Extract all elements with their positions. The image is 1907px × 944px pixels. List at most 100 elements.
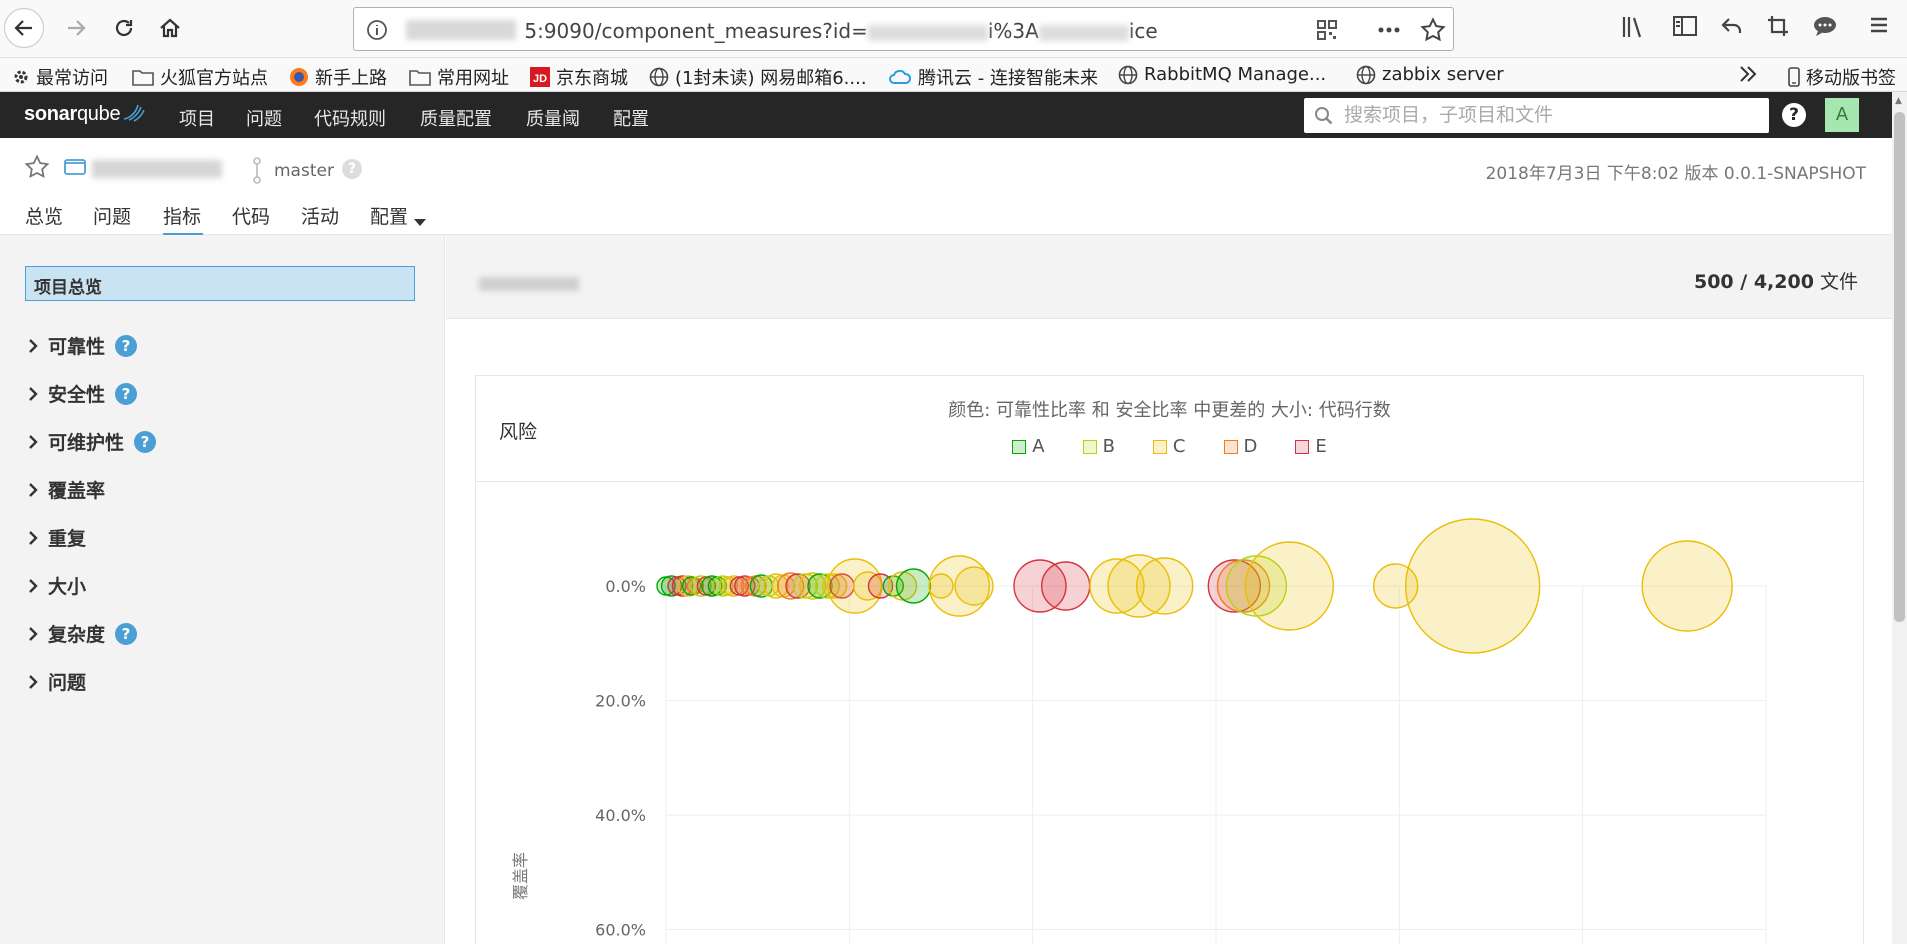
tab-overview[interactable]: 总览 xyxy=(25,202,63,229)
sidebar-item-4[interactable]: 重复 xyxy=(28,524,86,551)
sidebar-item-label: 大小 xyxy=(48,576,87,598)
branch-icon xyxy=(250,156,264,188)
back-button[interactable] xyxy=(4,8,44,48)
help-button[interactable]: ? xyxy=(1782,103,1806,127)
bookmark-item[interactable]: 火狐官方站点 xyxy=(132,64,268,90)
sidebar-item-6[interactable]: 复杂度? xyxy=(28,620,138,647)
bubble-C[interactable] xyxy=(1641,540,1733,632)
help-icon[interactable]: ? xyxy=(115,382,138,405)
sonarqube-navbar: sonarqube 项目 问题 代码规则 质量配置 质量阈 配置 ? A xyxy=(0,92,1892,138)
qr-code-icon[interactable] xyxy=(1316,19,1338,45)
folder-icon xyxy=(132,70,154,86)
library-icon[interactable] xyxy=(1620,14,1648,44)
chevron-right-icon xyxy=(29,530,38,545)
sidebar-item-2[interactable]: 可维护性? xyxy=(28,428,157,455)
chat-icon[interactable] xyxy=(1812,14,1838,42)
reload-button[interactable] xyxy=(104,8,144,48)
logo-waves-icon xyxy=(124,104,146,122)
tab-activity[interactable]: 活动 xyxy=(301,202,339,229)
bookmark-item[interactable]: (1封未读) 网易邮箱6.... xyxy=(649,64,867,90)
sidebar-item-label: 重复 xyxy=(48,528,87,550)
nav-administration[interactable]: 配置 xyxy=(613,105,649,131)
nav-issues[interactable]: 问题 xyxy=(246,105,282,131)
bookmark-item[interactable]: 腾讯云 - 连接智能未来 xyxy=(888,64,1098,90)
url-text: xxxxxxxxxx5:9090/component_measures?id=i… xyxy=(524,19,1158,43)
bookmark-item[interactable]: 常用网址 xyxy=(409,64,509,90)
bookmark-item[interactable]: zabbix server xyxy=(1356,64,1504,85)
caret-down-icon[interactable] xyxy=(414,212,426,231)
scroll-up-arrow-icon[interactable]: ▲ xyxy=(1895,96,1902,106)
bookmark-item[interactable]: RabbitMQ Manage... xyxy=(1118,64,1326,85)
url-bar[interactable]: xxxxxxxxxx5:9090/component_measures?id=i… xyxy=(353,7,1454,51)
sidebar-item-label: 问题 xyxy=(48,672,87,694)
bubble-E[interactable] xyxy=(1040,561,1091,611)
analysis-meta: 2018年7月3日 下午8:02 版本 0.0.1-SNAPSHOT xyxy=(1485,164,1866,184)
undo-icon[interactable] xyxy=(1720,14,1744,42)
bubble-chart: 0.0% 20.0% 40.0% 60.0% 覆盖率 xyxy=(511,518,1767,944)
bookmark-item[interactable]: 新手上路 xyxy=(289,64,387,90)
page-scrollbar[interactable]: ▲ xyxy=(1892,92,1907,944)
help-icon[interactable]: ? xyxy=(115,622,138,645)
search-input[interactable] xyxy=(1344,101,1754,129)
jd-icon: JD xyxy=(530,67,550,87)
bookmark-item[interactable]: 最常访问 xyxy=(12,64,108,90)
branch-help-icon[interactable]: ? xyxy=(342,159,362,179)
forward-button[interactable] xyxy=(56,8,96,48)
sidebar-item-overview[interactable]: 项目总览 xyxy=(25,266,415,301)
chevron-right-icon xyxy=(29,386,38,401)
bubble-C[interactable] xyxy=(1244,541,1335,631)
file-count: 500 / 4,200 文件 xyxy=(1693,271,1858,293)
bookmark-star-icon[interactable] xyxy=(1420,17,1446,47)
bubble-C[interactable] xyxy=(1404,518,1541,654)
sidebar-item-7[interactable]: 问题 xyxy=(28,668,86,695)
bookmarks-overflow-button[interactable] xyxy=(1738,64,1758,84)
sonarqube-logo[interactable]: sonarqube xyxy=(24,103,146,126)
chevron-right-icon xyxy=(29,578,38,593)
tab-code[interactable]: 代码 xyxy=(232,202,270,229)
sidebar-item-label: 安全性 xyxy=(48,384,106,406)
help-icon[interactable]: ? xyxy=(134,430,157,453)
main-content: 500 / 4,200 文件 风险 颜色: 可靠性比率 和 安全比率 中更差的 … xyxy=(446,235,1892,944)
y-tick-label: 40.0% xyxy=(595,806,646,825)
sidebar-item-3[interactable]: 覆盖率 xyxy=(28,476,105,503)
sidebar-item-5[interactable]: 大小 xyxy=(28,572,86,599)
nav-projects[interactable]: 项目 xyxy=(179,105,215,131)
cloud-icon xyxy=(889,69,912,84)
project-qualifier-icon xyxy=(64,156,86,180)
project-name-redacted[interactable] xyxy=(92,160,222,178)
more-actions-icon[interactable] xyxy=(1376,19,1402,45)
bubble-chart-panel: 风险 颜色: 可靠性比率 和 安全比率 中更差的 大小: 代码行数 ABCDE … xyxy=(475,375,1864,944)
nav-quality-profiles[interactable]: 质量配置 xyxy=(420,105,492,131)
nav-rules[interactable]: 代码规则 xyxy=(314,105,386,131)
bubble-A[interactable] xyxy=(895,568,932,604)
svg-text:JD: JD xyxy=(533,73,547,85)
sidebar-icon[interactable] xyxy=(1672,14,1698,42)
sidebar-item-0[interactable]: 可靠性? xyxy=(28,332,138,359)
bubble-C[interactable] xyxy=(954,566,994,606)
main-header: 500 / 4,200 文件 xyxy=(446,235,1892,319)
user-avatar[interactable]: A xyxy=(1825,98,1859,132)
sidebar-item-label: 覆盖率 xyxy=(48,480,106,502)
favorite-star-icon[interactable] xyxy=(24,154,50,184)
y-tick-label: 20.0% xyxy=(595,692,646,711)
arrow-right-icon xyxy=(68,20,86,36)
search-box xyxy=(1304,98,1769,133)
menu-icon[interactable] xyxy=(1868,14,1890,40)
help-icon[interactable]: ? xyxy=(115,334,138,357)
scrollbar-thumb[interactable] xyxy=(1894,112,1905,622)
sidebar-item-1[interactable]: 安全性? xyxy=(28,380,138,407)
y-tick-label: 60.0% xyxy=(595,921,646,940)
tab-measures[interactable]: 指标 xyxy=(163,202,201,229)
mobile-icon xyxy=(1788,67,1800,87)
bookmark-item[interactable]: 移动版书签 xyxy=(1788,64,1896,90)
crop-icon[interactable] xyxy=(1766,14,1790,42)
bookmark-item[interactable]: JD 京东商城 xyxy=(530,64,628,90)
tab-administration[interactable]: 配置 xyxy=(370,202,408,229)
info-icon[interactable] xyxy=(366,19,388,45)
bubble-C[interactable] xyxy=(1135,557,1194,615)
browser-toolbar: xxxxxxxxxx5:9090/component_measures?id=i… xyxy=(0,0,1907,58)
tab-issues[interactable]: 问题 xyxy=(93,202,131,229)
home-button[interactable] xyxy=(150,8,190,48)
nav-quality-gates[interactable]: 质量阈 xyxy=(526,105,580,131)
arrow-left-icon xyxy=(14,20,32,36)
